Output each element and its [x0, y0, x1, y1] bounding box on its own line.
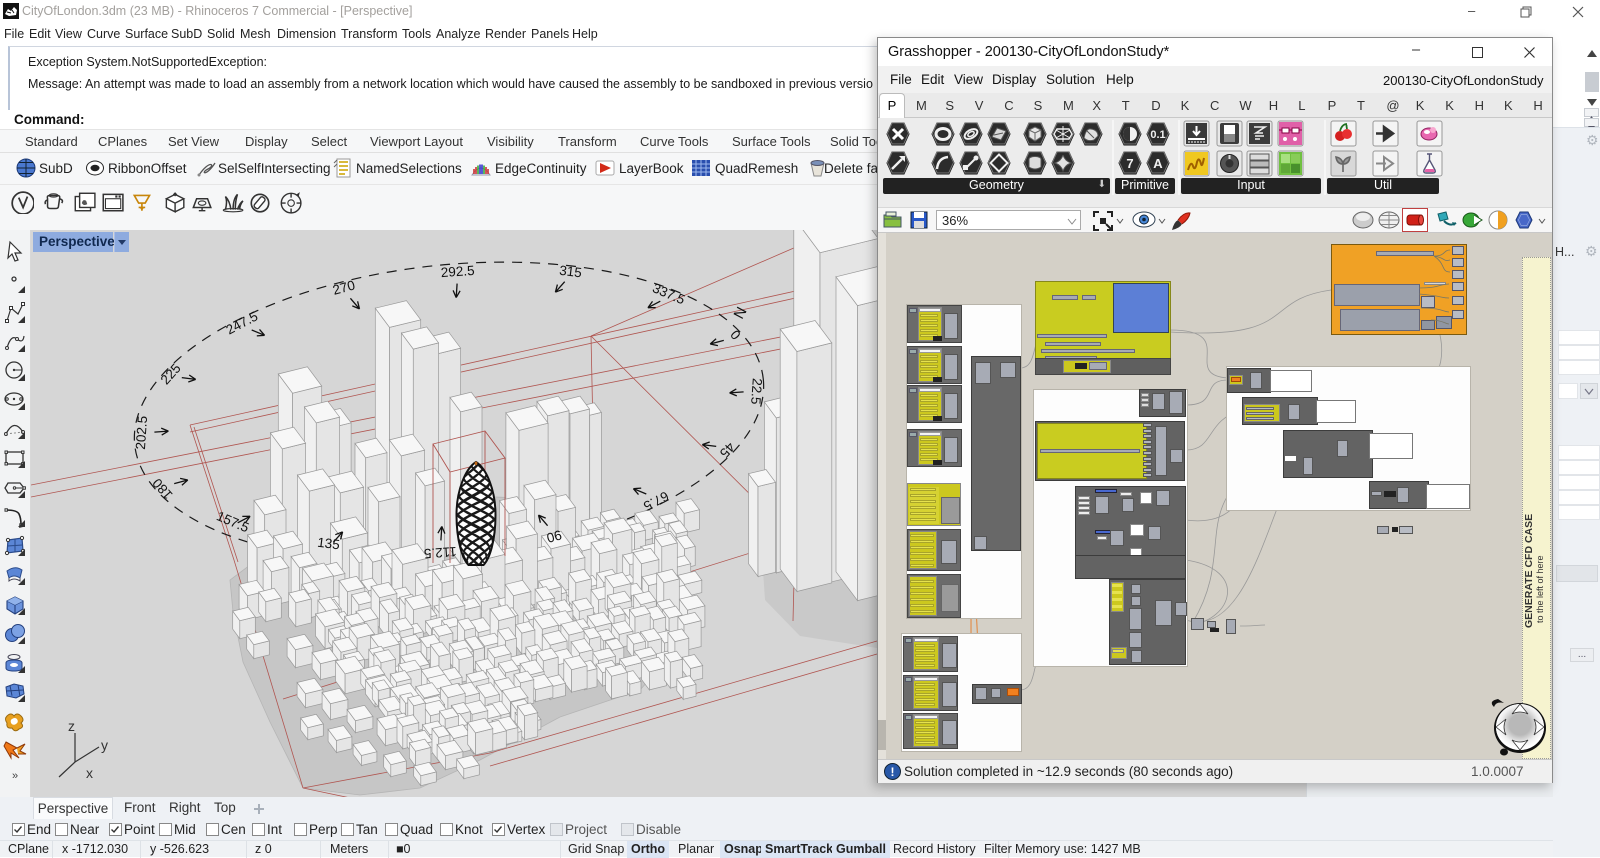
svg-text:x: x [86, 765, 93, 781]
svg-text:112.5: 112.5 [423, 544, 457, 561]
svg-text:y: y [101, 737, 108, 753]
svg-text:to the left of here: to the left of here [1535, 555, 1545, 623]
svg-text:A: A [1153, 156, 1163, 171]
svg-text:z: z [68, 718, 75, 734]
svg-text:0.1: 0.1 [1150, 129, 1165, 141]
svg-text:7: 7 [1126, 156, 1133, 171]
svg-text:GENERATE CFD CASE: GENERATE CFD CASE [1523, 514, 1535, 628]
svg-text:315: 315 [558, 263, 582, 281]
svg-text:22.5: 22.5 [748, 378, 765, 405]
svg-text:292.5: 292.5 [440, 263, 475, 280]
svg-text:202.5: 202.5 [133, 415, 150, 450]
svg-text:!: ! [891, 765, 895, 779]
